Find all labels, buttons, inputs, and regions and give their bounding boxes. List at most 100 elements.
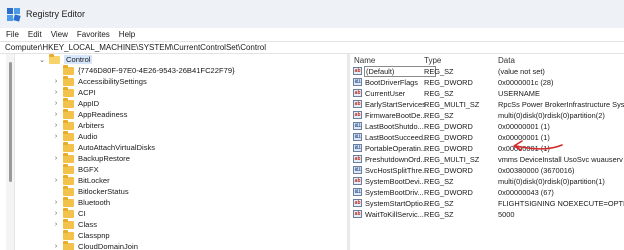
folder-icon — [63, 174, 74, 185]
folder-icon — [63, 75, 74, 86]
string-value-icon: ab — [353, 111, 362, 119]
value-row[interactable]: 011 LastBootSucceed... REG_DWORD 0x00000… — [350, 132, 624, 142]
folder-icon — [63, 240, 74, 250]
annotation-arrow-icon — [513, 140, 563, 151]
chevron-right-icon[interactable]: › — [52, 122, 60, 129]
folder-icon — [63, 207, 74, 218]
tree-item[interactable]: {7746D80F-97E0-4E26-9543-26B41FC22F79} — [52, 64, 235, 76]
value-row[interactable]: 011 SvcHostSplitThre... REG_DWORD 0x0038… — [350, 165, 624, 175]
folder-icon — [63, 86, 74, 97]
value-row-portable-operating[interactable]: 011 PortableOperatin... REG_DWORD 0x0000… — [350, 143, 624, 153]
binary-value-icon: 011 — [353, 166, 362, 174]
value-data: 0x00000001 (1) — [498, 122, 550, 131]
chevron-right-icon[interactable]: › — [52, 89, 60, 96]
tree-item-label: Arbiters — [78, 121, 105, 130]
tree-item[interactable]: BGFX — [52, 163, 99, 175]
chevron-right-icon[interactable]: › — [52, 199, 60, 206]
tree-item[interactable]: › AppReadiness — [52, 108, 128, 120]
chevron-right-icon[interactable]: › — [52, 111, 60, 118]
value-row[interactable]: ab SystemBootDevi... REG_SZ multi(0)disk… — [350, 176, 624, 186]
menu-bar: File Edit View Favorites Help — [0, 28, 624, 41]
string-value-icon: ab — [353, 155, 362, 163]
value-data: 0x00000043 (67) — [498, 188, 554, 197]
address-path[interactable]: Computer\HKEY_LOCAL_MACHINE\SYSTEM\Curre… — [5, 43, 266, 52]
menu-view[interactable]: View — [51, 30, 68, 39]
chevron-right-icon[interactable]: › — [52, 100, 60, 107]
value-row[interactable]: 011 SystemBootDriv... REG_DWORD 0x000000… — [350, 187, 624, 197]
value-row[interactable]: ab WaitToKillServic... REG_SZ 5000 — [350, 209, 624, 219]
value-row[interactable]: 011 BootDriverFlags REG_DWORD 0x0000001c… — [350, 77, 624, 87]
tree-scrollbar[interactable] — [6, 54, 15, 250]
folder-icon — [63, 218, 74, 229]
tree-item[interactable]: Classpnp — [52, 229, 110, 241]
column-header-name[interactable]: Name — [354, 56, 375, 65]
tree-item-label: AppReadiness — [78, 110, 128, 119]
tree-item[interactable]: BitlockerStatus — [52, 185, 129, 197]
value-type: REG_SZ — [424, 199, 454, 208]
tree-item[interactable]: › BackupRestore — [52, 152, 130, 164]
chevron-right-icon[interactable]: › — [52, 243, 60, 250]
folder-icon — [63, 185, 74, 196]
folder-icon — [63, 64, 74, 75]
menu-edit[interactable]: Edit — [28, 30, 42, 39]
value-type: REG_DWORD — [424, 122, 473, 131]
value-type: REG_DWORD — [424, 166, 473, 175]
tree-item[interactable]: AutoAttachVirtualDisks — [52, 141, 156, 153]
chevron-down-icon[interactable]: ⌄ — [38, 56, 46, 64]
column-header-type[interactable]: Type — [424, 56, 441, 65]
tree-item[interactable]: › AccessibilitySettings — [52, 75, 147, 87]
binary-value-icon: 011 — [353, 122, 362, 130]
chevron-right-icon[interactable]: › — [52, 210, 60, 217]
values-pane[interactable]: Name Type Data ab (Default) REG_SZ (valu… — [350, 54, 624, 250]
title-bar: Registry Editor — [0, 0, 624, 28]
chevron-right-icon[interactable]: › — [52, 155, 60, 162]
value-row[interactable]: 011 LastBootShutdo... REG_DWORD 0x000000… — [350, 121, 624, 131]
value-row[interactable]: ab CurrentUser REG_SZ USERNAME — [350, 88, 624, 98]
tree-item-control[interactable]: ⌄ Control — [38, 54, 93, 65]
tree-item-label: Bluetooth — [78, 198, 111, 207]
tree-item[interactable]: › CloudDomainJoin — [52, 240, 138, 250]
column-header-data[interactable]: Data — [498, 56, 515, 65]
chevron-right-icon[interactable]: › — [52, 221, 60, 228]
value-row[interactable]: ab EarlyStartServices REG_MULTI_SZ RpcSs… — [350, 99, 624, 109]
tree-item[interactable]: › BitLocker — [52, 174, 110, 186]
tree-item-label: BitlockerStatus — [78, 187, 129, 196]
tree-item-label: AccessibilitySettings — [78, 77, 147, 86]
tree-item-label: CI — [78, 209, 86, 218]
registry-editor-icon — [7, 7, 21, 22]
address-bar[interactable]: Computer\HKEY_LOCAL_MACHINE\SYSTEM\Curre… — [0, 41, 624, 54]
value-row[interactable]: ab FirmwareBootDe... REG_SZ multi(0)disk… — [350, 110, 624, 120]
tree-item[interactable]: › AppID — [52, 97, 99, 109]
menu-favorites[interactable]: Favorites — [77, 30, 110, 39]
string-value-icon: ab — [353, 67, 362, 75]
binary-value-icon: 011 — [353, 188, 362, 196]
values-header: Name Type Data — [350, 54, 624, 66]
value-row[interactable]: ab PreshutdownOrd... REG_MULTI_SZ vmms D… — [350, 154, 624, 164]
value-data: RpcSs Power BrokerInfrastructure SystemE… — [498, 100, 624, 109]
value-type: REG_DWORD — [424, 133, 473, 142]
tree-item[interactable]: › Bluetooth — [52, 196, 111, 208]
tree-item-label: AutoAttachVirtualDisks — [78, 143, 156, 152]
chevron-right-icon[interactable]: › — [52, 78, 60, 85]
chevron-right-icon[interactable]: › — [52, 133, 60, 140]
menu-help[interactable]: Help — [119, 30, 135, 39]
tree-item-label: Classpnp — [78, 231, 110, 240]
chevron-right-icon[interactable]: › — [52, 177, 60, 184]
value-row[interactable]: ab SystemStartOptio... REG_SZ FLIGHTSIGN… — [350, 198, 624, 208]
tree-item[interactable]: › Arbiters — [52, 119, 105, 131]
tree-item[interactable]: › ACPI — [52, 86, 96, 98]
key-tree-pane[interactable]: ⌄ Control {7746D80F-97E0-4E26-9543-26B41… — [0, 54, 347, 250]
value-type: REG_MULTI_SZ — [424, 100, 480, 109]
tree-item-label: {7746D80F-97E0-4E26-9543-26B41FC22F79} — [78, 66, 235, 75]
tree-item[interactable]: › CI — [52, 207, 86, 219]
folder-icon — [63, 196, 74, 207]
value-row[interactable]: ab (Default) REG_SZ (value not set) — [350, 66, 624, 77]
folder-icon — [63, 229, 74, 240]
tree-scrollbar-thumb[interactable] — [9, 62, 12, 182]
value-type: REG_MULTI_SZ — [424, 155, 480, 164]
menu-file[interactable]: File — [6, 30, 19, 39]
tree-item[interactable]: › Audio — [52, 130, 97, 142]
string-value-icon: ab — [353, 177, 362, 185]
tree-item[interactable]: › Class — [52, 218, 97, 230]
value-type: REG_SZ — [424, 210, 454, 219]
